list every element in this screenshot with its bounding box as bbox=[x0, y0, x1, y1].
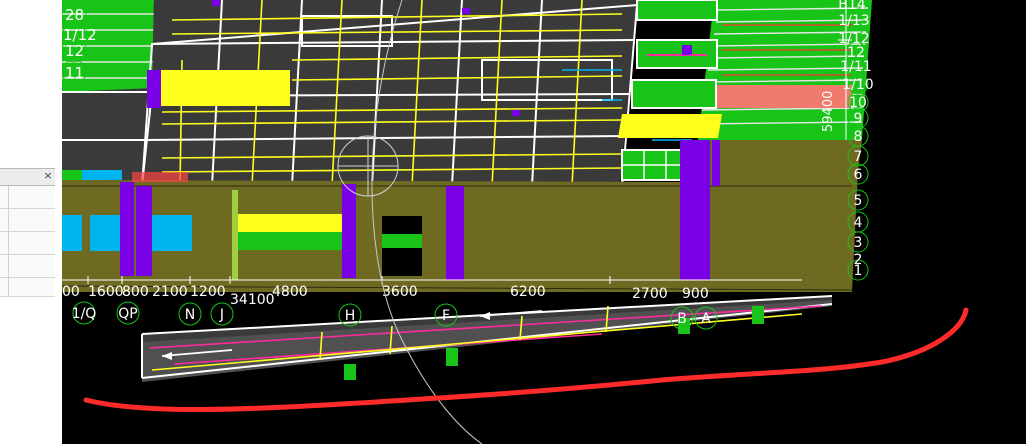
grid-label-row: 9 bbox=[854, 111, 863, 127]
dimension-label: 2700 bbox=[632, 286, 668, 302]
grid-label-b: B bbox=[677, 311, 687, 327]
grid-label-qp: QP bbox=[118, 306, 137, 322]
grid-label-row: 7 bbox=[854, 149, 863, 165]
dimension-label: 6200 bbox=[510, 284, 546, 300]
grid-label-row: 10 bbox=[849, 95, 867, 111]
close-icon[interactable]: × bbox=[41, 168, 55, 184]
dimension-label: 34100 bbox=[230, 292, 275, 308]
grid-label-j: J bbox=[219, 307, 224, 323]
grid-label-1q: 1/Q bbox=[72, 306, 97, 322]
dimension-label: 4800 bbox=[272, 284, 308, 300]
grid-label-row: 1 bbox=[854, 263, 863, 279]
panel-column-divider bbox=[8, 186, 9, 296]
grid-label-row: 3 bbox=[854, 235, 863, 251]
dimension-label: 800 bbox=[122, 284, 149, 300]
grid-label-row: 8 bbox=[854, 129, 863, 145]
dimension-label: 1600 bbox=[88, 284, 124, 300]
grid-label-row: 12 bbox=[65, 42, 84, 60]
grid-label-row: 6 bbox=[854, 167, 863, 183]
grid-label-h: H bbox=[345, 308, 356, 324]
dimension-label: 3600 bbox=[382, 284, 418, 300]
cad-viewport[interactable]: 00 1600 800 2100 1200 34100 4800 3600 62… bbox=[62, 0, 1026, 444]
grid-label-row: 28 bbox=[65, 6, 84, 24]
cursor-crosshair bbox=[337, 135, 399, 197]
grid-label-row: B14 bbox=[838, 0, 866, 13]
grid-label-a: A bbox=[701, 311, 711, 327]
grid-label-f: F bbox=[442, 308, 450, 324]
grid-label-row: 1/13 bbox=[838, 13, 869, 29]
grid-label-row: 4 bbox=[854, 215, 863, 231]
grid-label-n: N bbox=[185, 307, 195, 323]
grid-label-row: 11 bbox=[65, 64, 84, 82]
dimension-label: 1200 bbox=[190, 284, 226, 300]
side-panel: × bbox=[0, 0, 62, 444]
dimension-label: 00 bbox=[62, 284, 80, 300]
model-drawing[interactable]: 00 1600 800 2100 1200 34100 4800 3600 62… bbox=[62, 0, 1026, 444]
grid-label-row: 1/10 bbox=[842, 77, 873, 93]
vertical-dimension-label: 59400 bbox=[821, 91, 836, 132]
grid-label-row: 5 bbox=[854, 193, 863, 209]
lower-ramp bbox=[141, 295, 833, 382]
dimension-label: 2100 bbox=[152, 284, 188, 300]
dimension-label: 900 bbox=[682, 286, 709, 302]
grid-label-row: 1/11 bbox=[840, 59, 871, 75]
